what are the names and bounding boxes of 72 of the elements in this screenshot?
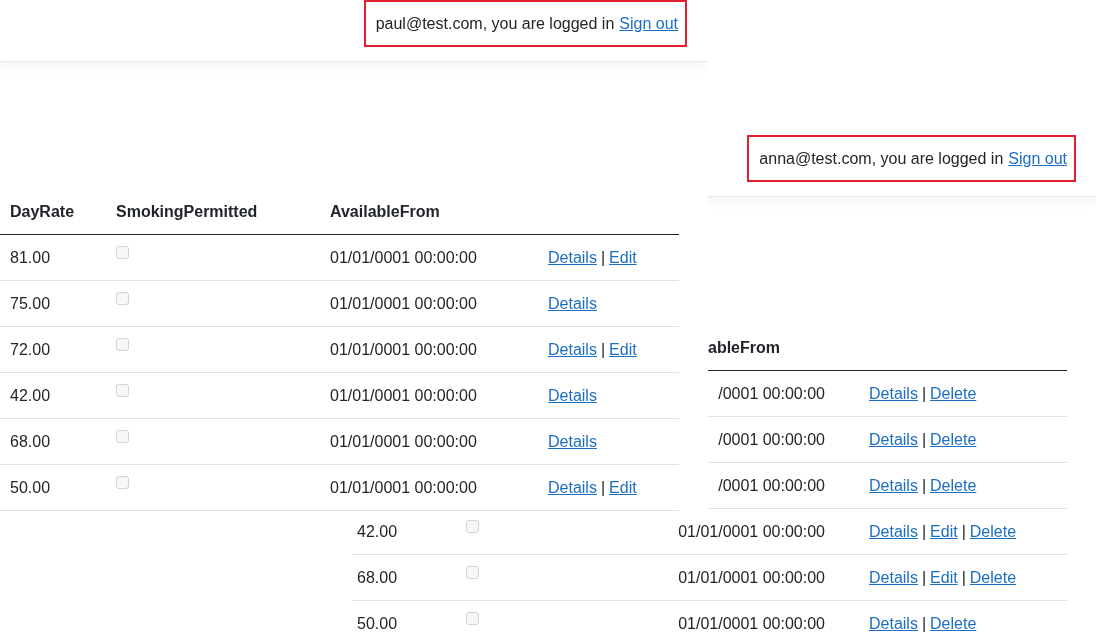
action-link[interactable]: Edit xyxy=(609,340,637,359)
action-link[interactable]: Edit xyxy=(609,248,637,267)
table-cell: 01/01/0001 00:00:00 xyxy=(678,568,825,587)
table-cell: 01/01/0001 00:00:00 xyxy=(330,248,477,267)
checkbox[interactable] xyxy=(116,476,129,489)
action-link[interactable]: Details xyxy=(548,478,597,497)
separator: | xyxy=(961,522,966,541)
table-cell: 68.00 xyxy=(10,432,51,451)
table-cell: 75.00 xyxy=(10,294,51,313)
checkbox[interactable] xyxy=(116,246,129,259)
separator: | xyxy=(600,478,606,497)
login-message: anna@test.com, you are logged in xyxy=(759,149,1004,168)
separator: | xyxy=(921,430,927,449)
table-cell: 01/01/0001 00:00:00 xyxy=(330,294,477,313)
column-header: AvailableFrom xyxy=(330,202,440,221)
login-message: paul@test.com, you are logged in xyxy=(375,14,615,33)
action-link[interactable]: Delete xyxy=(930,476,977,495)
action-link[interactable]: Details xyxy=(869,568,918,587)
action-link[interactable]: Details xyxy=(548,386,597,405)
separator: | xyxy=(921,522,927,541)
column-header: DayRate xyxy=(10,202,75,221)
checkbox[interactable] xyxy=(116,384,129,397)
separator: | xyxy=(921,568,927,587)
action-link[interactable]: Edit xyxy=(930,522,958,541)
sign-out-link[interactable]: Sign out xyxy=(619,14,678,33)
action-link[interactable]: Details xyxy=(548,432,597,451)
action-link[interactable]: Details xyxy=(869,430,918,449)
table-cell: /0001 00:00:00 xyxy=(718,384,825,403)
action-link[interactable]: Details xyxy=(869,522,918,541)
table-cell: 72.00 xyxy=(10,340,51,359)
action-link[interactable]: Details xyxy=(548,294,597,313)
action-link[interactable]: Details xyxy=(548,340,597,359)
action-link[interactable]: Details xyxy=(869,384,918,403)
table-cell: 01/01/0001 00:00:00 xyxy=(678,614,825,633)
action-link[interactable]: Details xyxy=(869,614,918,633)
checkbox[interactable] xyxy=(116,338,129,351)
separator: | xyxy=(921,614,927,633)
action-link[interactable]: Delete xyxy=(969,568,1017,587)
checkbox[interactable] xyxy=(466,520,479,533)
table-cell: 01/01/0001 00:00:00 xyxy=(330,340,477,359)
checkbox[interactable] xyxy=(116,292,129,305)
action-link[interactable]: Details xyxy=(548,248,597,267)
action-link[interactable]: Delete xyxy=(930,614,977,633)
action-link[interactable]: Details xyxy=(869,476,918,495)
action-link[interactable]: Delete xyxy=(969,522,1017,541)
table-cell: 42.00 xyxy=(10,386,51,405)
checkbox[interactable] xyxy=(466,612,479,625)
table-cell: 01/01/0001 00:00:00 xyxy=(330,432,477,451)
checkbox[interactable] xyxy=(466,566,479,579)
table-cell: 01/01/0001 00:00:00 xyxy=(330,386,477,405)
sign-out-link[interactable]: Sign out xyxy=(1008,149,1067,168)
separator: | xyxy=(600,248,606,267)
separator: | xyxy=(961,568,966,587)
column-header: ableFrom xyxy=(708,338,780,357)
separator: | xyxy=(600,340,606,359)
action-link[interactable]: Delete xyxy=(930,384,977,403)
action-link[interactable]: Edit xyxy=(930,568,958,587)
table-cell: 50.00 xyxy=(10,478,51,497)
separator: | xyxy=(921,384,927,403)
action-link[interactable]: Edit xyxy=(609,478,637,497)
table-cell: 01/01/0001 00:00:00 xyxy=(330,478,477,497)
table-cell: 81.00 xyxy=(10,248,51,267)
table-cell: /0001 00:00:00 xyxy=(718,476,825,495)
table-cell: 50.00 xyxy=(357,614,398,633)
table-cell: 42.00 xyxy=(357,522,398,541)
separator: | xyxy=(921,476,927,495)
table-cell: /0001 00:00:00 xyxy=(718,430,825,449)
column-header: SmokingPermitted xyxy=(116,202,258,221)
table-cell: 01/01/0001 00:00:00 xyxy=(678,522,825,541)
table-cell: 68.00 xyxy=(357,568,398,587)
action-link[interactable]: Delete xyxy=(930,430,977,449)
checkbox[interactable] xyxy=(116,430,129,443)
